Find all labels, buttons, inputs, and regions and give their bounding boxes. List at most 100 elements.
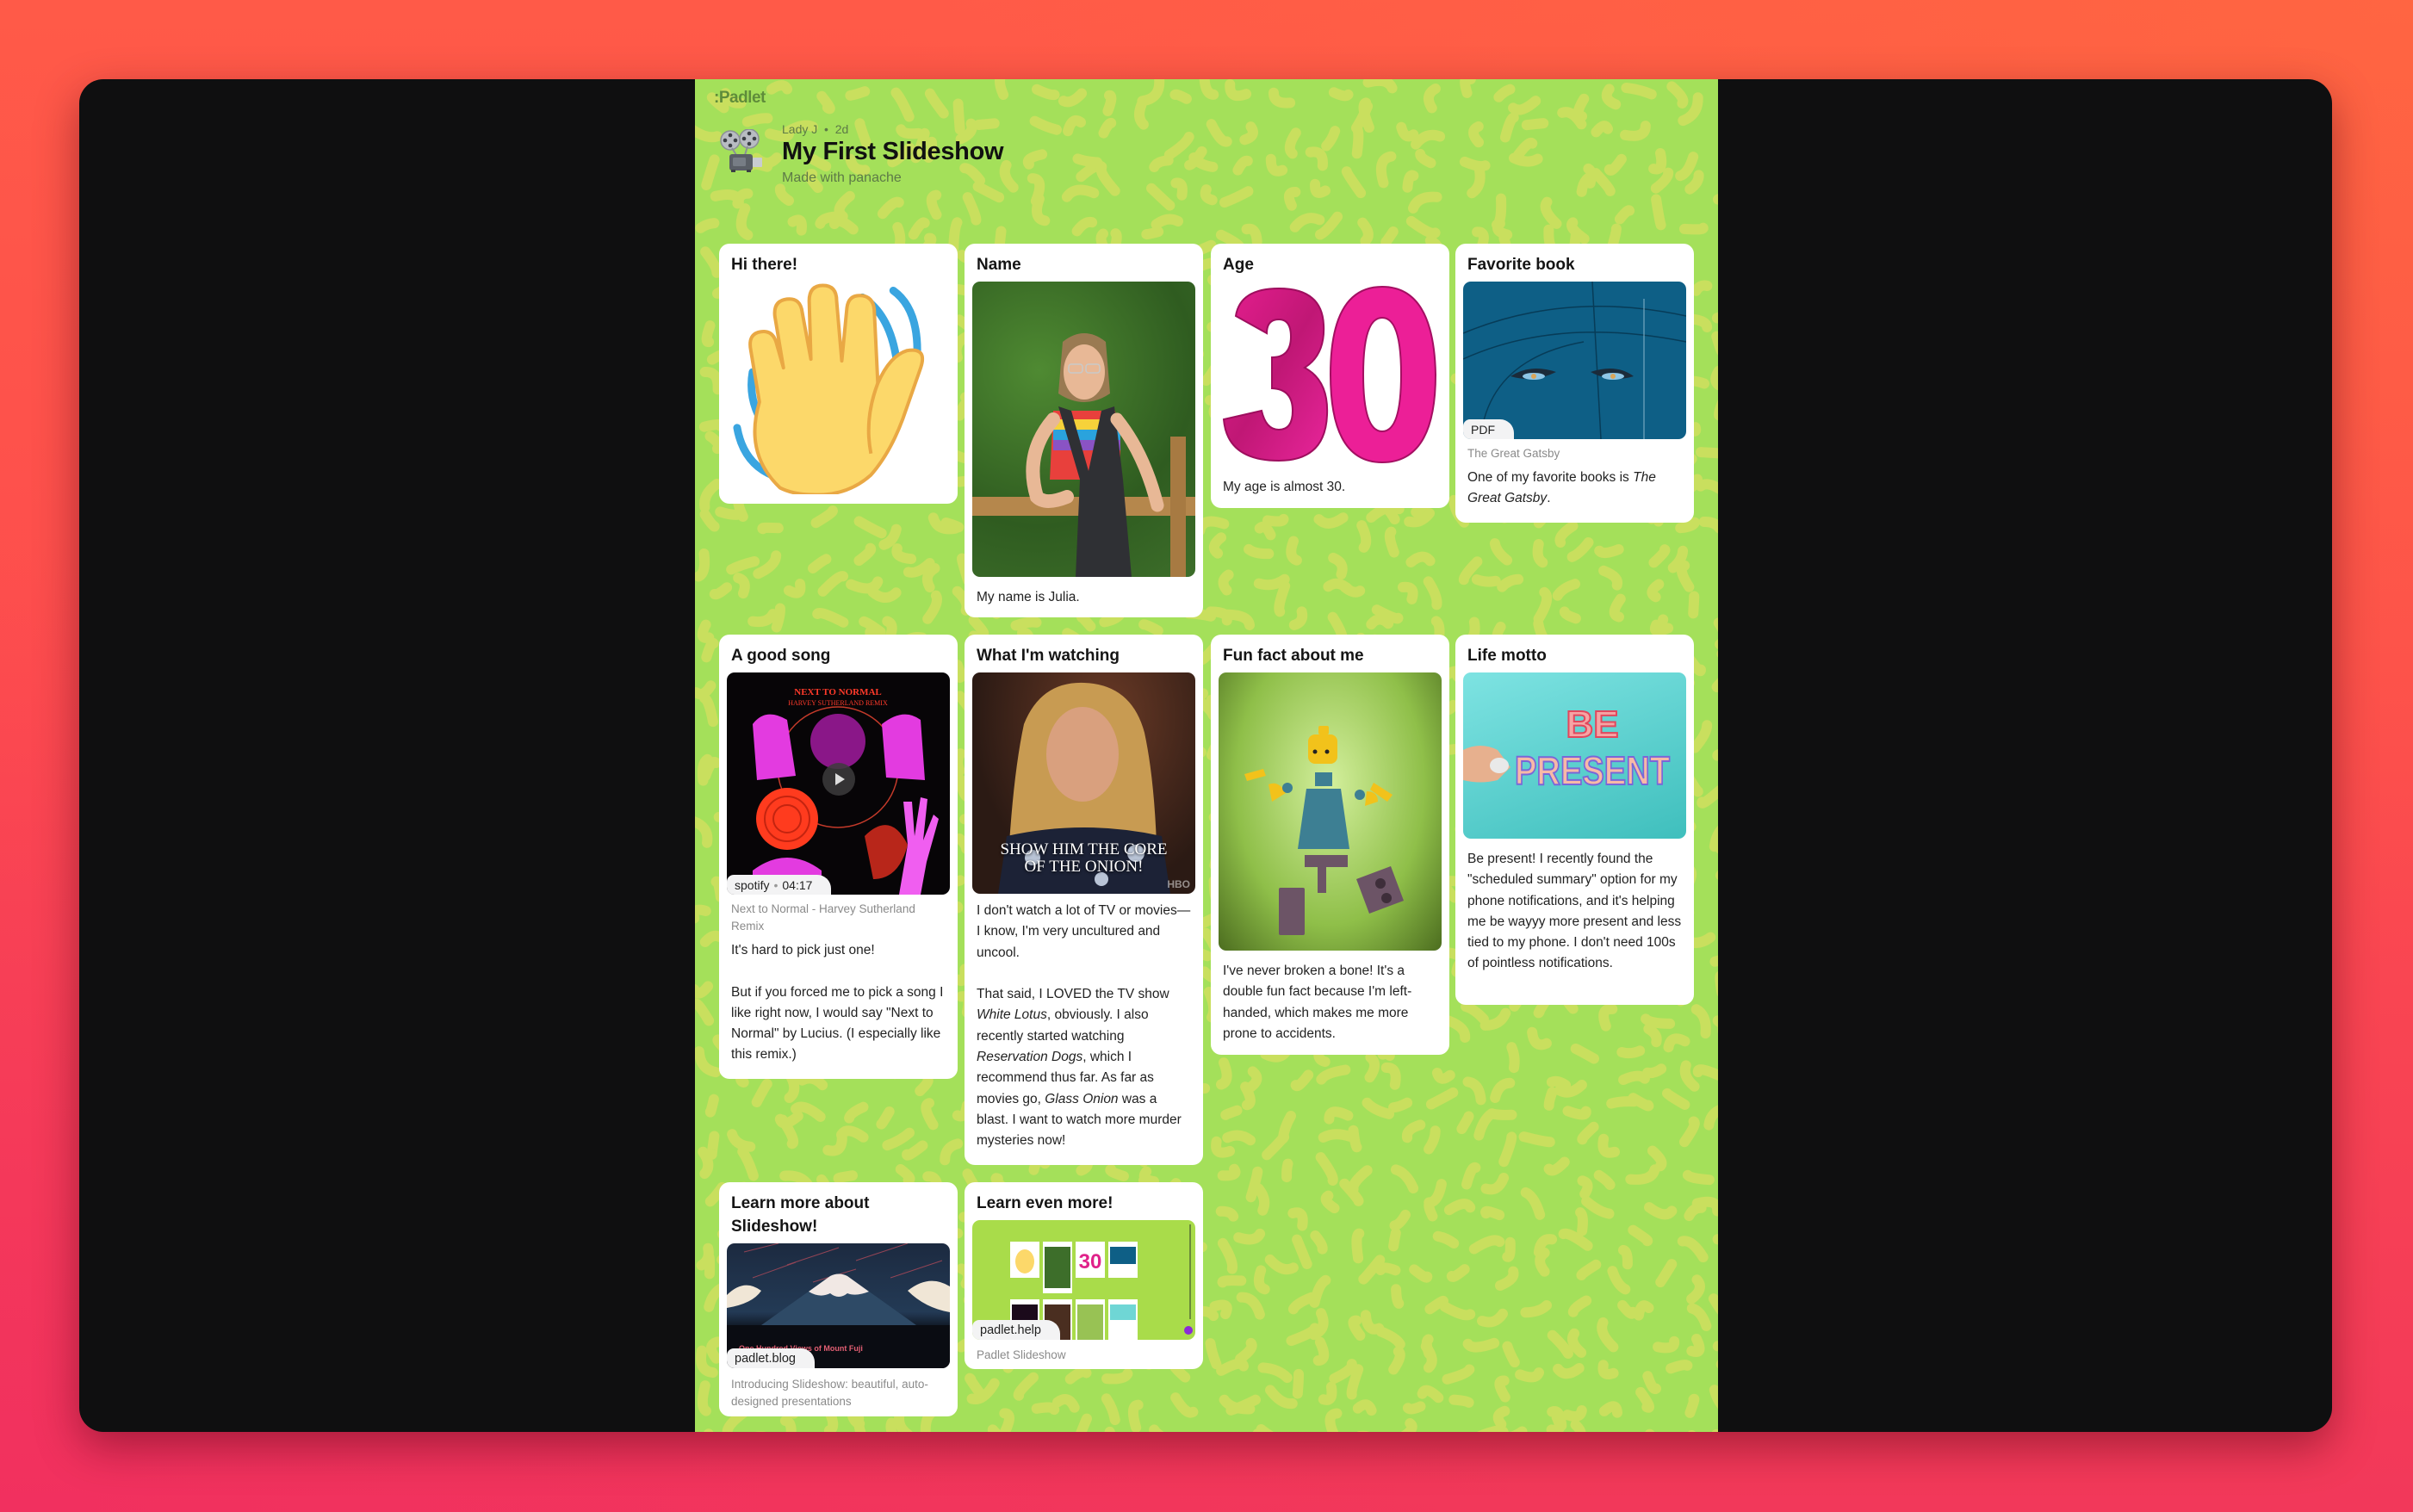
wallpaper-squiggle [1581,1196,1615,1219]
wallpaper-squiggle [1286,536,1302,566]
wallpaper-squiggle [1149,1424,1164,1432]
attachment-title[interactable]: Introducing Slideshow: beautiful, auto-d… [727,1376,950,1410]
wallpaper-squiggle [1375,1262,1401,1276]
wallpaper-squiggle [1570,1419,1586,1432]
show-title: White Lotus [977,1007,1047,1023]
wallpaper-squiggle [1290,1069,1314,1092]
gif-caption: SHOW HIM THE CORE OF THE ONION! [1000,840,1168,876]
wallpaper-squiggle [1468,121,1484,148]
wallpaper-squiggle [1220,1105,1243,1120]
padlet-slideshow-screenshot[interactable]: 30 padlet.help [972,1220,1195,1340]
post-card-good-song[interactable]: A good song NEXT TO NORMAL HARVEY SUTHER… [719,635,958,1079]
wallpaper-squiggle [1493,84,1516,102]
wallpaper-squiggle [1650,167,1674,194]
wallpaper-squiggle [1163,132,1194,160]
film-projector-icon [720,129,762,172]
page-subtitle: Made with panache [782,170,902,185]
app-window: :Padlet Lady J • 2d My First Slideshow M… [79,79,2332,1432]
wallpaper-squiggle [1711,678,1718,692]
wallpaper-squiggle [1305,146,1328,171]
card-title: Name [977,256,1021,274]
photo-of-julia [972,282,1195,577]
wallpaper-squiggle [1559,606,1581,624]
wallpaper-squiggle [766,80,793,95]
wallpaper-squiggle [1219,186,1254,208]
wallpaper-squiggle [1134,99,1149,130]
attachment-title[interactable]: The Great Gatsby [1463,445,1686,462]
wallpaper-squiggle [697,1380,711,1416]
great-gatsby-cover[interactable]: PDF [1463,282,1686,439]
post-card-learn-even-more[interactable]: Learn even more! 30 padlet.help Padlet S… [965,1182,1203,1369]
wallpaper-squiggle [1651,194,1666,231]
wallpaper-squiggle [1597,1133,1620,1158]
wallpaper-squiggle [959,163,986,186]
wallpaper-squiggle [699,367,723,395]
wallpaper-squiggle [1711,331,1718,356]
wallpaper-squiggle [1508,96,1541,115]
wallpaper-squiggle [1497,573,1524,592]
wallpaper-squiggle [1703,1105,1718,1131]
wallpaper-squiggle [1200,184,1218,206]
white-lotus-gif[interactable]: SHOW HIM THE CORE OF THE ONION! HBO [972,672,1195,894]
wallpaper-squiggle [695,680,716,700]
mount-fuji-illustration[interactable]: One Hundred Views of Mount Fuji padlet.b… [727,1243,950,1368]
post-card-life-motto[interactable]: Life motto BE PRESENT Be present! I rece… [1455,635,1694,1005]
wallpaper-squiggle [844,1101,869,1124]
author-name[interactable]: Lady J [782,122,817,136]
card-title: Life motto [1467,647,1547,665]
padlet-logo[interactable]: :Padlet [714,89,766,108]
attachment-title[interactable]: Next to Normal - Harvey Sutherland Remix [727,901,950,935]
wallpaper-squiggle [1641,1013,1676,1029]
wallpaper-squiggle [695,125,723,143]
post-card-hi-there[interactable]: Hi there! [719,244,958,504]
wallpaper-squiggle [1690,1004,1711,1039]
wallpaper-squiggle [1554,520,1579,548]
svg-text:BE: BE [1566,703,1618,746]
wallpaper-squiggle [1216,1358,1249,1376]
wallpaper-squiggle [1105,1163,1129,1181]
wallpaper-squiggle [1262,1131,1290,1161]
wallpaper-squiggle [1405,551,1436,567]
wallpaper-squiggle [1653,1335,1680,1354]
next-to-normal-album-art[interactable]: NEXT TO NORMAL HARVEY SUTHERLAND REMIX s… [727,672,950,895]
wallpaper-squiggle [1648,544,1671,568]
padlet-board: :Padlet Lady J • 2d My First Slideshow M… [695,79,1718,1432]
attachment-title[interactable]: Padlet Slideshow [972,1347,1195,1364]
wallpaper-squiggle [1594,544,1624,559]
post-card-age[interactable]: Age My age is almost 30. [1211,244,1449,508]
wallpaper-squiggle [1498,1131,1517,1168]
wallpaper-squiggle [732,188,754,209]
wallpaper-squiggle [1499,112,1519,143]
wallpaper-squiggle [853,516,887,539]
post-card-favorite-book[interactable]: Favorite book PDF The Great Gatsby One o… [1455,244,1694,523]
wallpaper-squiggle [1205,1338,1222,1370]
wallpaper-squiggle [1684,1202,1707,1222]
wallpaper-squiggle [1348,1165,1373,1194]
card-title: Hi there! [731,256,798,274]
wallpaper-squiggle [926,189,942,220]
wallpaper-squiggle [715,506,747,520]
wallpaper-squiggle [908,217,930,240]
wallpaper-squiggle [1366,614,1394,630]
wallpaper-squiggle [1553,1363,1585,1379]
wallpaper-squiggle [1625,1164,1660,1185]
wallpaper-squiggle [701,154,720,190]
post-card-learn-more[interactable]: Learn more about Slideshow! One Hundred … [719,1182,958,1416]
post-card-watching[interactable]: What I'm watching SHOW HIM THE CORE OF T… [965,635,1203,1165]
wallpaper-squiggle [1618,1244,1633,1270]
wallpaper-squiggle [1316,1064,1351,1085]
wallpaper-squiggle [902,1140,928,1161]
wallpaper-squiggle [1686,1303,1712,1331]
wallpaper-squiggle [1521,118,1549,131]
wallpaper-squiggle [1490,1077,1516,1103]
wallpaper-squiggle [1609,593,1626,623]
svg-text:30: 30 [1079,1250,1102,1273]
play-button[interactable] [822,763,855,796]
svg-text:HARVEY SUTHERLAND REMIX: HARVEY SUTHERLAND REMIX [788,699,888,707]
post-card-name[interactable]: Name My name is Julia. [965,244,1203,617]
wallpaper-squiggle [920,1409,936,1432]
wallpaper-squiggle [867,586,902,604]
wallpaper-squiggle [1380,226,1399,248]
wallpaper-squiggle [1617,1299,1639,1319]
post-card-fun-fact[interactable]: Fun fact about me I've never broken a bo… [1211,635,1449,1055]
